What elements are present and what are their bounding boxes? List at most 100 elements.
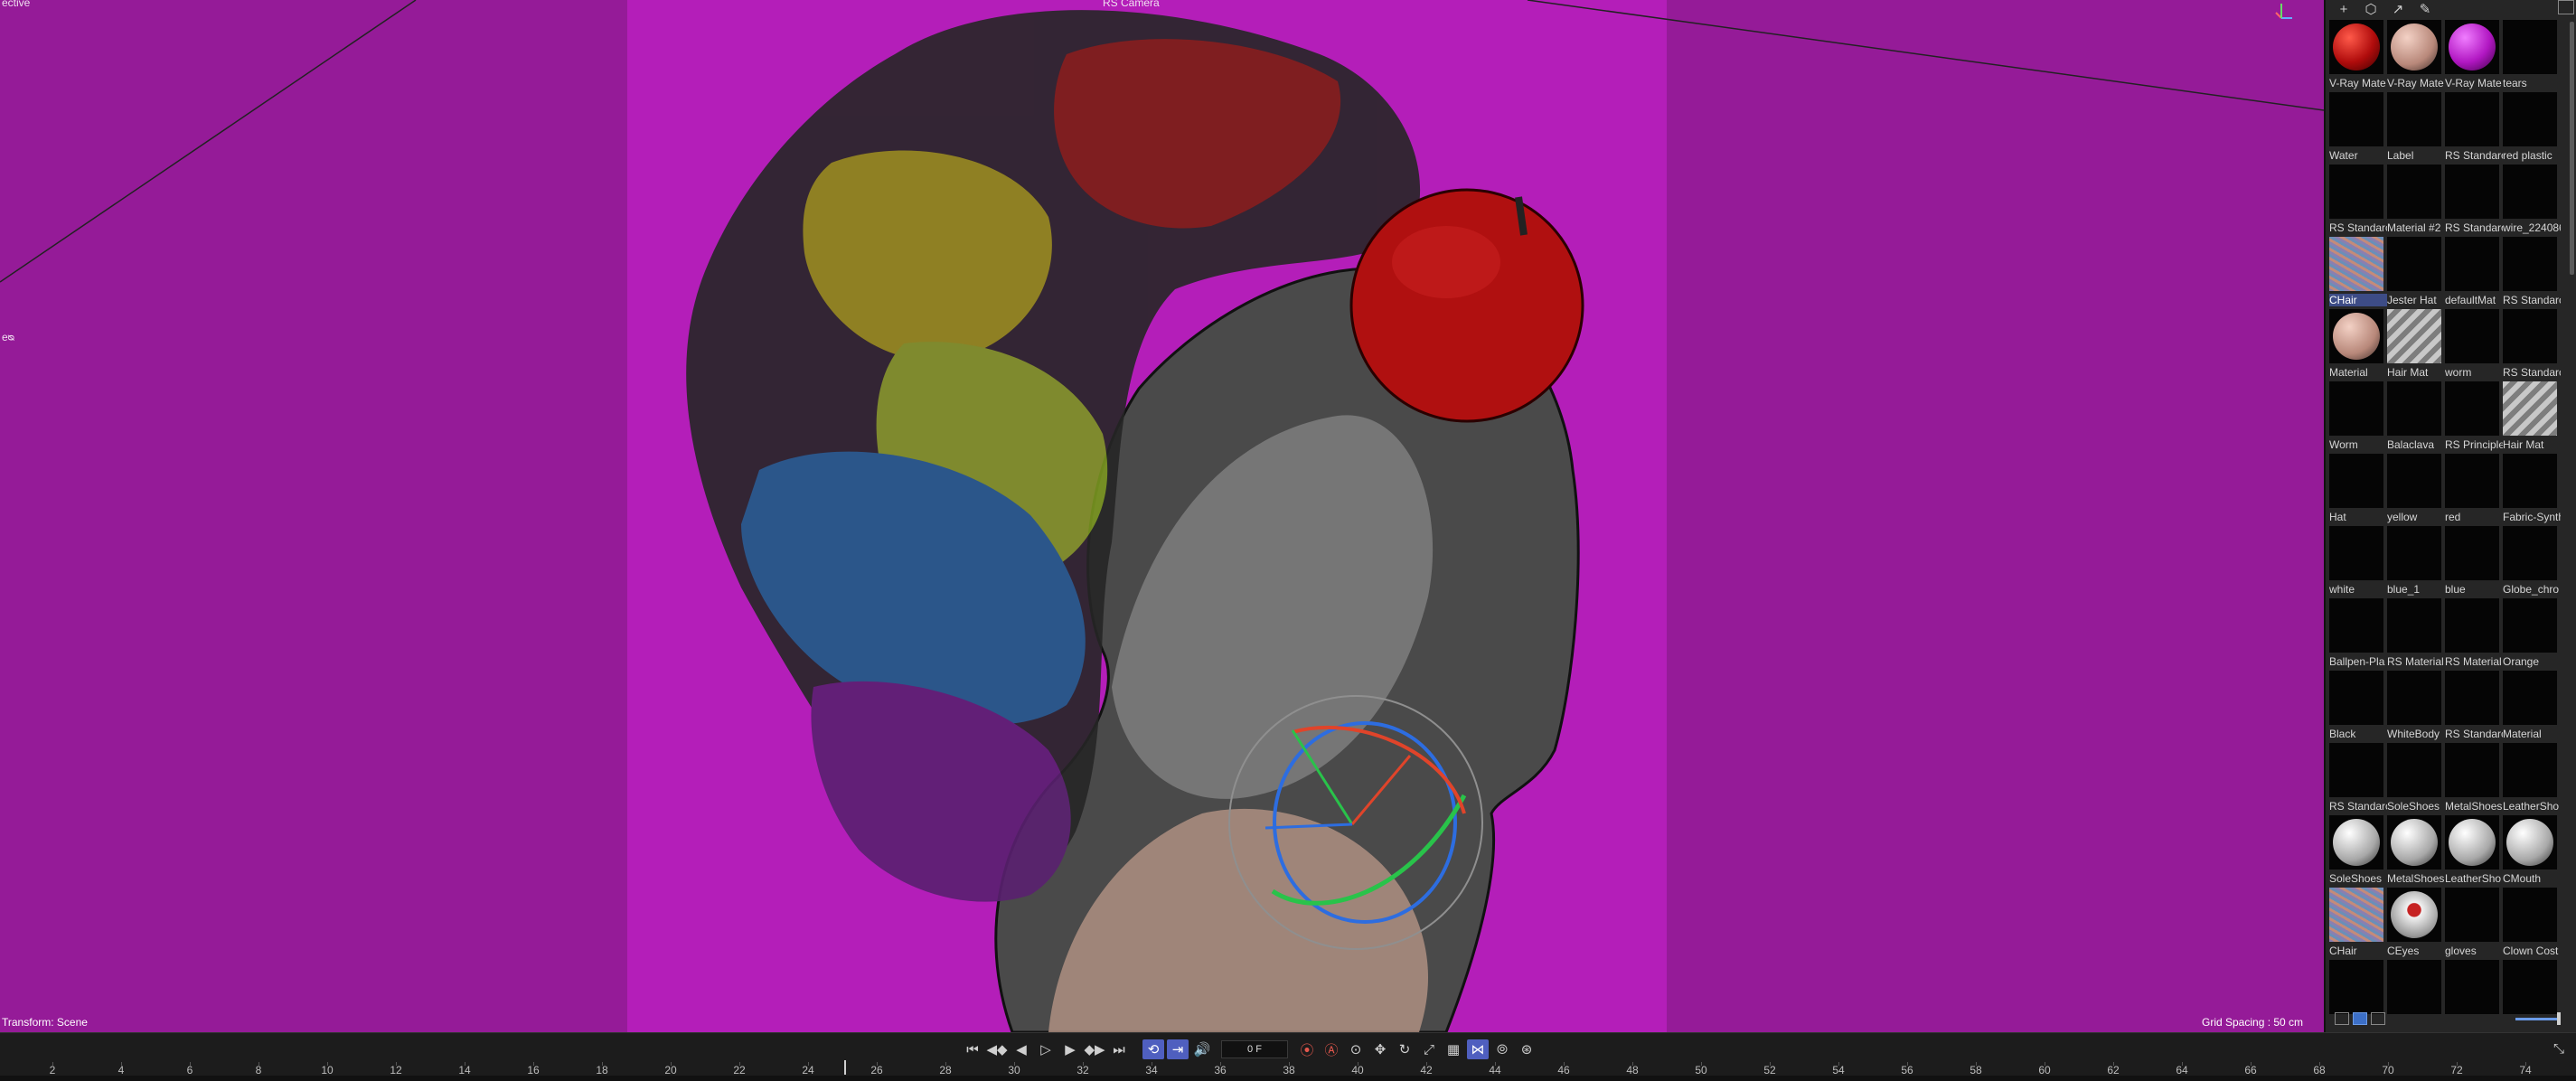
record-icon[interactable]: ⦿: [1296, 1039, 1318, 1059]
timeline-ruler[interactable]: 2 4 6 8 10 12 14 16 18 20 22 24 26 28 30 32 34 36 38 40 42 44…: [0, 1062, 2576, 1076]
viewport-scene: [0, 0, 2324, 1032]
material-item[interactable]: MetalShoes: [2445, 743, 2503, 815]
playhead[interactable]: [844, 1060, 846, 1075]
key-settings-icon[interactable]: ⊙: [1345, 1039, 1367, 1059]
material-label: SoleShoes: [2387, 800, 2440, 813]
slider-knob[interactable]: [2557, 1012, 2561, 1025]
ruler-label: 54: [1832, 1064, 1845, 1076]
material-item[interactable]: Globe_chro: [2503, 526, 2561, 598]
material-item[interactable]: worm: [2445, 309, 2503, 381]
material-item[interactable]: Water: [2329, 92, 2387, 164]
material-item[interactable]: V-Ray Mate: [2387, 20, 2445, 92]
material-item[interactable]: Black: [2329, 671, 2387, 743]
material-item[interactable]: RS Material: [2387, 598, 2445, 671]
loop-icon[interactable]: ⟲: [1142, 1039, 1164, 1059]
material-thumbnail: [2503, 743, 2557, 797]
previous-key-icon[interactable]: ◀◆: [986, 1039, 1008, 1059]
material-item[interactable]: V-Ray Mate: [2445, 20, 2503, 92]
ruler-label: 16: [527, 1064, 540, 1076]
material-item[interactable]: LeatherSho: [2503, 743, 2561, 815]
ruler-label: 62: [2107, 1064, 2120, 1076]
material-item[interactable]: Material: [2503, 671, 2561, 743]
scale-key-icon[interactable]: ⤢: [1418, 1039, 1440, 1059]
eyedropper-icon[interactable]: ✎: [2414, 1, 2436, 17]
material-item[interactable]: CMouth: [2503, 815, 2561, 888]
material-item[interactable]: Hair Mat: [2503, 381, 2561, 454]
go-to-end-icon[interactable]: ⏭: [1108, 1039, 1130, 1059]
material-item[interactable]: RS Standarc: [2445, 671, 2503, 743]
material-item[interactable]: RS Material: [2445, 598, 2503, 671]
large-view-icon[interactable]: [2371, 1012, 2385, 1025]
material-item[interactable]: Material: [2329, 309, 2387, 381]
material-item[interactable]: Clown Cost: [2503, 888, 2561, 960]
material-scrollbar[interactable]: [2570, 22, 2574, 275]
material-item[interactable]: Balaclava: [2387, 381, 2445, 454]
rotation-key-icon[interactable]: ↻: [1394, 1039, 1415, 1059]
material-item[interactable]: RS Standarc: [2503, 237, 2561, 309]
expand-icon[interactable]: ⤡: [2549, 1039, 2569, 1058]
material-item[interactable]: defaultMat: [2445, 237, 2503, 309]
material-item[interactable]: CEyes: [2387, 888, 2445, 960]
material-item[interactable]: Hat: [2329, 454, 2387, 526]
cube-icon[interactable]: ⬡: [2360, 1, 2382, 17]
material-item[interactable]: Worm: [2329, 381, 2387, 454]
material-item[interactable]: blue_1: [2387, 526, 2445, 598]
material-sphere-icon: [2333, 313, 2380, 360]
material-item[interactable]: SoleShoes: [2387, 743, 2445, 815]
ruler-label: 12: [390, 1064, 402, 1076]
position-key-icon[interactable]: ✥: [1369, 1039, 1391, 1059]
go-to-start-icon[interactable]: ⏮: [962, 1039, 983, 1059]
step-forward-icon[interactable]: ▶: [1059, 1039, 1081, 1059]
material-item[interactable]: white: [2329, 526, 2387, 598]
thumbnail-size-slider[interactable]: [2515, 1018, 2561, 1020]
material-item[interactable]: Label: [2387, 92, 2445, 164]
material-item[interactable]: V-Ray Mate: [2329, 20, 2387, 92]
material-item[interactable]: SoleShoes: [2329, 815, 2387, 888]
auto-key-icon[interactable]: Ⓐ: [1321, 1039, 1342, 1059]
material-thumbnail: [2387, 309, 2441, 363]
material-item[interactable]: WhiteBody: [2387, 671, 2445, 743]
material-thumbnail: [2445, 743, 2499, 797]
material-item[interactable]: Hair Mat: [2387, 309, 2445, 381]
motion-icon[interactable]: ⦾: [1491, 1039, 1513, 1059]
plus-icon[interactable]: +: [2333, 1, 2355, 17]
material-item[interactable]: RS Principle: [2445, 381, 2503, 454]
panel-menu-icon[interactable]: [2558, 0, 2574, 14]
play-icon[interactable]: ▷: [1035, 1039, 1057, 1059]
material-label: RS Standarc: [2329, 221, 2387, 234]
material-item[interactable]: RS Standarc: [2445, 164, 2503, 237]
material-item[interactable]: wire_224086: [2503, 164, 2561, 237]
material-item[interactable]: yellow: [2387, 454, 2445, 526]
grid-view-icon[interactable]: [2353, 1012, 2367, 1025]
material-item[interactable]: Jester Hat: [2387, 237, 2445, 309]
material-item[interactable]: tears: [2503, 20, 2561, 92]
step-back-icon[interactable]: ◀: [1011, 1039, 1032, 1059]
material-item[interactable]: RS Standarc: [2329, 743, 2387, 815]
material-item[interactable]: gloves: [2445, 888, 2503, 960]
material-item[interactable]: red: [2445, 454, 2503, 526]
material-item[interactable]: CHair: [2329, 888, 2387, 960]
sound-icon[interactable]: 🔊: [1191, 1039, 1213, 1059]
material-item[interactable]: RS Standarc: [2503, 309, 2561, 381]
material-item[interactable]: CHair: [2329, 237, 2387, 309]
material-item[interactable]: RS Standarc: [2445, 92, 2503, 164]
point-level-icon[interactable]: ⋈: [1467, 1039, 1489, 1059]
list-view-icon[interactable]: [2335, 1012, 2349, 1025]
3d-viewport[interactable]: ective RS Camera eᴓ Transform: Scene Gri…: [0, 0, 2324, 1032]
current-frame-field[interactable]: 0 F: [1221, 1040, 1288, 1058]
material-item[interactable]: Fabric-Synth: [2503, 454, 2561, 526]
parameter-key-icon[interactable]: ▦: [1443, 1039, 1464, 1059]
material-item[interactable]: RS Standarc: [2329, 164, 2387, 237]
arrow-icon[interactable]: ↗: [2387, 1, 2409, 17]
material-item[interactable]: LeatherSho: [2445, 815, 2503, 888]
ruler-label: 68: [2313, 1064, 2326, 1076]
tangent-icon[interactable]: ⊛: [1516, 1039, 1537, 1059]
material-item[interactable]: Material #2: [2387, 164, 2445, 237]
material-item[interactable]: MetalShoes: [2387, 815, 2445, 888]
range-icon[interactable]: ⇥: [1167, 1039, 1189, 1059]
material-item[interactable]: blue: [2445, 526, 2503, 598]
material-item[interactable]: Ballpen-Pla: [2329, 598, 2387, 671]
material-item[interactable]: Orange: [2503, 598, 2561, 671]
next-key-icon[interactable]: ◆▶: [1084, 1039, 1105, 1059]
material-item[interactable]: red plastic: [2503, 92, 2561, 164]
